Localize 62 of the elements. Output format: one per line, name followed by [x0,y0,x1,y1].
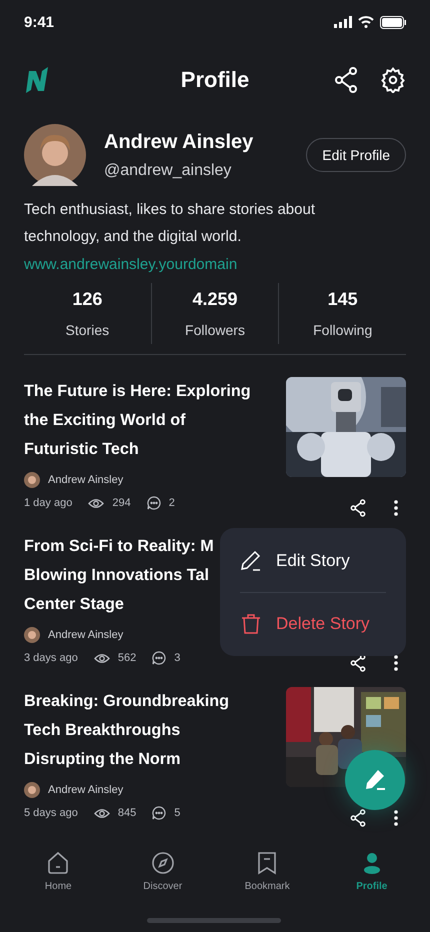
home-icon [46,851,70,875]
wifi-icon [358,16,374,28]
eye-icon [88,498,104,508]
battery-icon [380,16,406,28]
story-time: 1 day ago [24,497,72,509]
comment-icon [146,496,161,510]
more-icon[interactable] [394,810,398,826]
settings-icon[interactable] [380,67,406,93]
stat-label: Stories [66,322,110,338]
nav-tab[interactable]: Profile [332,850,412,893]
share-icon[interactable] [350,809,366,827]
comment-icon [152,651,166,665]
nav-tab[interactable]: Discover [122,850,203,893]
author-avatar [24,782,40,798]
avatar [24,124,86,186]
edit-profile-button[interactable]: Edit Profile [306,138,406,172]
menu-item[interactable]: Delete Story [240,598,386,648]
comment-count: 2 [168,497,175,509]
menu-item[interactable]: Edit Story [240,536,386,586]
compass-icon [150,851,175,875]
author-avatar [24,472,40,488]
nav-tab[interactable]: Home [18,850,98,893]
page-title: Profile [180,67,250,93]
stat-value: 126 [72,289,102,310]
stat-label: Following [313,322,372,338]
story-title[interactable]: The Future is Here: Exploring the Exciting World of Futuristic Tech [24,377,251,464]
comment-icon [152,806,166,820]
comment-count: 3 [174,652,180,664]
author-name: Andrew Ainsley [48,474,124,486]
comment-count: 5 [174,807,180,819]
share-icon[interactable] [350,654,366,672]
profile-link[interactable]: www.andrewainsley.yourdomain [24,256,238,273]
stat-label: Followers [185,322,245,338]
more-icon[interactable] [394,655,398,671]
signal-icon [334,16,352,28]
author-name: Andrew Ainsley [48,784,124,796]
story-time: 3 days ago [24,652,78,664]
nav-tab[interactable]: Bookmark [227,850,308,893]
author-name: Andrew Ainsley [48,629,124,641]
more-icon[interactable] [394,500,398,516]
share-icon[interactable] [334,67,358,93]
view-count: 845 [118,807,136,819]
status-time: 9:41 [24,14,54,30]
story-time: 5 days ago [24,807,78,819]
eye-icon [94,652,110,664]
author-avatar [24,627,40,643]
profile-bio: Tech enthusiast, likes to share stories about technology, and the digital world. [24,200,316,247]
profile-handle: @andrew_ainsley [104,162,232,180]
share-icon[interactable] [350,499,366,517]
view-count: 562 [118,652,136,664]
pencil-icon [240,550,262,572]
write-button[interactable] [345,750,405,810]
story-title[interactable]: Breaking: Groundbreaking Tech Breakthroughs Disrupting the Norm [24,687,230,774]
trash-icon [240,612,262,634]
logo-icon [24,67,48,93]
view-count: 294 [112,497,131,509]
stat-value: 4.259 [192,289,238,310]
profile-name: Andrew Ainsley [104,130,254,154]
pencil-icon [363,768,387,792]
story-title[interactable]: From Sci-Fi to Reality: M Blowing Innovations Tal Center Stage [24,532,214,619]
eye-icon [94,808,110,818]
stat-value: 145 [328,289,358,310]
